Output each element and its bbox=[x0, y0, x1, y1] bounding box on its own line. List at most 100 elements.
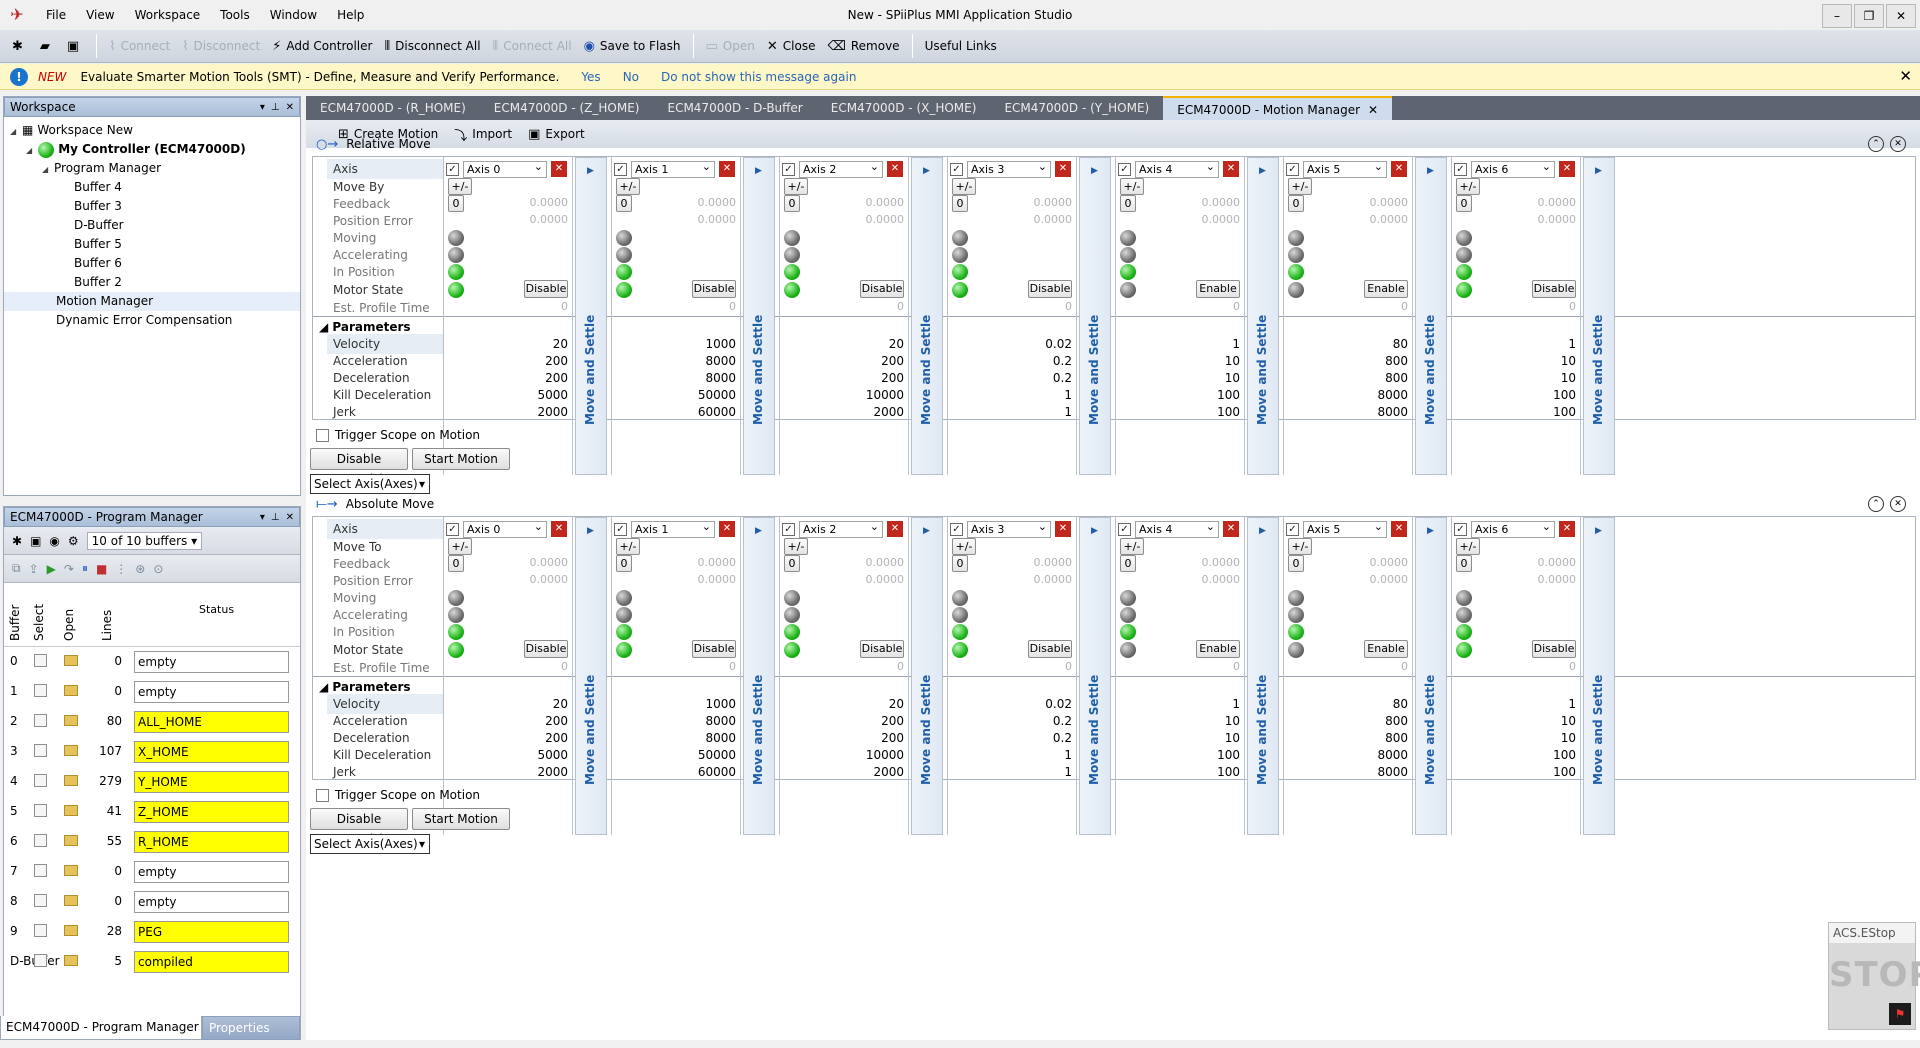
select-axes-dropdown[interactable]: Select Axis(Axes) bbox=[310, 834, 430, 854]
move-and-settle-panel[interactable]: ▶ Move and Settle bbox=[1415, 157, 1447, 475]
remove-axis-icon[interactable]: ✕ bbox=[1559, 521, 1575, 537]
trigger-scope-checkbox[interactable] bbox=[316, 789, 329, 802]
save-icon[interactable]: ▣ bbox=[30, 534, 41, 548]
jerk-value[interactable]: 60000 bbox=[698, 402, 736, 422]
axis-enable-checkbox[interactable]: ✓ bbox=[446, 522, 459, 536]
remove-axis-icon[interactable]: ✕ bbox=[1559, 161, 1575, 177]
move-and-settle-panel[interactable]: ▶ Move and Settle bbox=[1247, 517, 1279, 835]
select-checkbox[interactable] bbox=[34, 684, 47, 697]
close-window-button[interactable]: ✕ bbox=[1886, 4, 1916, 28]
trigger-scope-checkbox[interactable] bbox=[316, 429, 329, 442]
tab-properties[interactable]: Properties bbox=[202, 1016, 300, 1040]
move-and-settle-panel[interactable]: ▶ Move and Settle bbox=[743, 157, 775, 475]
sign-toggle-button[interactable]: +/- bbox=[1456, 178, 1480, 195]
sign-toggle-button[interactable]: +/- bbox=[1120, 538, 1144, 555]
enable-disable-button[interactable]: Disable bbox=[1532, 640, 1576, 658]
sign-toggle-button[interactable]: +/- bbox=[1288, 178, 1312, 195]
folder-icon[interactable] bbox=[64, 925, 78, 936]
save-to-flash-button[interactable]: ◉ Save to Flash bbox=[578, 33, 687, 59]
tab-program-manager[interactable]: ECM47000D - Program Manager ✕ bbox=[0, 1016, 213, 1040]
menu-window[interactable]: Window bbox=[260, 0, 327, 30]
zero-feedback-button[interactable]: 0 bbox=[616, 555, 632, 572]
remove-axis-icon[interactable]: ✕ bbox=[1223, 521, 1239, 537]
sign-toggle-button[interactable]: +/- bbox=[1120, 178, 1144, 195]
close-icon[interactable]: ✕ bbox=[286, 512, 294, 523]
open-button[interactable]: ▭ Open bbox=[700, 33, 761, 59]
select-checkbox[interactable] bbox=[34, 744, 47, 757]
sign-toggle-button[interactable]: +/- bbox=[1288, 538, 1312, 555]
move-and-settle-panel[interactable]: ▶ Move and Settle bbox=[575, 517, 607, 835]
jerk-value[interactable]: 2000 bbox=[873, 762, 904, 782]
tab-x-home[interactable]: ECM47000D - (X_HOME) bbox=[817, 96, 991, 120]
tab-motion-manager[interactable]: ECM47000D - Motion Manager ✕ bbox=[1163, 96, 1393, 120]
pm-buffer-row[interactable]: 2 80 ALL_HOME bbox=[4, 707, 300, 737]
sign-toggle-button[interactable]: +/- bbox=[1456, 538, 1480, 555]
enable-disable-button[interactable]: Enable bbox=[1364, 280, 1408, 298]
axis-select[interactable]: Axis 2 bbox=[799, 519, 883, 538]
move-and-settle-panel[interactable]: ▶ Move and Settle bbox=[911, 517, 943, 835]
menu-tools[interactable]: Tools bbox=[210, 0, 260, 30]
tab-y-home[interactable]: ECM47000D - (Y_HOME) bbox=[990, 96, 1163, 120]
move-and-settle-panel[interactable]: ▶ Move and Settle bbox=[1415, 517, 1447, 835]
breakpoint-icon[interactable]: ⋮ bbox=[115, 562, 127, 576]
tree-workspace-root[interactable]: ◢ ▦ Workspace New bbox=[4, 121, 300, 140]
tree-program-manager[interactable]: ◢ Program Manager bbox=[4, 159, 300, 178]
menu-workspace[interactable]: Workspace bbox=[125, 0, 211, 30]
yes-link[interactable]: Yes bbox=[581, 70, 600, 84]
settings-icon[interactable]: ⊙ bbox=[153, 562, 163, 576]
enable-disable-button[interactable]: Disable bbox=[692, 280, 736, 298]
select-checkbox[interactable] bbox=[34, 834, 47, 847]
zero-feedback-button[interactable]: 0 bbox=[1456, 195, 1472, 212]
select-checkbox[interactable] bbox=[34, 894, 47, 907]
zero-feedback-button[interactable]: 0 bbox=[1456, 555, 1472, 572]
useful-links-button[interactable]: Useful Links bbox=[919, 33, 1003, 59]
select-all-icon[interactable]: ⧉ bbox=[12, 561, 21, 576]
enable-disable-button[interactable]: Disable bbox=[860, 640, 904, 658]
stop-icon[interactable]: ■ bbox=[96, 562, 107, 576]
move-and-settle-panel[interactable]: ▶ Move and Settle bbox=[1079, 157, 1111, 475]
axis-select[interactable]: Axis 4 bbox=[1135, 519, 1219, 538]
sign-toggle-button[interactable]: +/- bbox=[784, 178, 808, 195]
pm-buffer-row[interactable]: 3 107 X_HOME bbox=[4, 737, 300, 767]
jerk-value[interactable]: 8000 bbox=[1377, 762, 1408, 782]
folder-icon[interactable] bbox=[64, 955, 78, 966]
menu-help[interactable]: Help bbox=[327, 0, 374, 30]
pm-buffer-row[interactable]: 1 0 empty bbox=[4, 677, 300, 707]
upload-icon[interactable]: ⇪ bbox=[29, 562, 39, 576]
remove-axis-icon[interactable]: ✕ bbox=[1391, 521, 1407, 537]
axis-enable-checkbox[interactable]: ✓ bbox=[614, 162, 627, 176]
start-motion-button[interactable]: Start Motion bbox=[412, 448, 510, 470]
tab-d-buffer[interactable]: ECM47000D - D-Buffer bbox=[653, 96, 816, 120]
menu-file[interactable]: File bbox=[36, 0, 76, 30]
enable-disable-button[interactable]: Disable bbox=[524, 280, 568, 298]
trigger-scope-option[interactable]: Trigger Scope on Motion bbox=[316, 788, 480, 802]
axis-select[interactable]: Axis 1 bbox=[631, 159, 715, 178]
sign-toggle-button[interactable]: +/- bbox=[448, 178, 472, 195]
tab-z-home[interactable]: ECM47000D - (Z_HOME) bbox=[480, 96, 654, 120]
jerk-value[interactable]: 8000 bbox=[1377, 402, 1408, 422]
tree-buffer[interactable]: D-Buffer bbox=[4, 216, 300, 235]
zero-feedback-button[interactable]: 0 bbox=[448, 195, 464, 212]
remove-axis-icon[interactable]: ✕ bbox=[1055, 161, 1071, 177]
select-checkbox[interactable] bbox=[34, 864, 47, 877]
compile-icon[interactable]: ⚙ bbox=[68, 534, 79, 548]
axis-select[interactable]: Axis 5 bbox=[1303, 519, 1387, 538]
enable-disable-button[interactable]: Enable bbox=[1196, 280, 1240, 298]
collapse-icon[interactable]: ⌃ bbox=[1868, 496, 1884, 512]
pm-buffer-row[interactable]: 8 0 empty bbox=[4, 887, 300, 917]
stop-icon[interactable]: STOP bbox=[1829, 955, 1920, 995]
run-icon[interactable]: ▶ bbox=[47, 562, 56, 576]
select-checkbox[interactable] bbox=[34, 654, 47, 667]
pm-buffer-row[interactable]: D-Buffer 5 compiled bbox=[4, 947, 300, 977]
zero-feedback-button[interactable]: 0 bbox=[952, 555, 968, 572]
jerk-value[interactable]: 1 bbox=[1064, 762, 1072, 782]
minimize-button[interactable]: – bbox=[1822, 4, 1852, 28]
start-motion-button[interactable]: Start Motion bbox=[412, 808, 510, 830]
no-link[interactable]: No bbox=[623, 70, 639, 84]
sign-toggle-button[interactable]: +/- bbox=[784, 538, 808, 555]
axis-enable-checkbox[interactable]: ✓ bbox=[614, 522, 627, 536]
jerk-value[interactable]: 1 bbox=[1064, 402, 1072, 422]
enable-disable-button[interactable]: Disable bbox=[1532, 280, 1576, 298]
tree-dec[interactable]: Dynamic Error Compensation bbox=[4, 311, 300, 330]
enable-disable-button[interactable]: Enable bbox=[1364, 640, 1408, 658]
